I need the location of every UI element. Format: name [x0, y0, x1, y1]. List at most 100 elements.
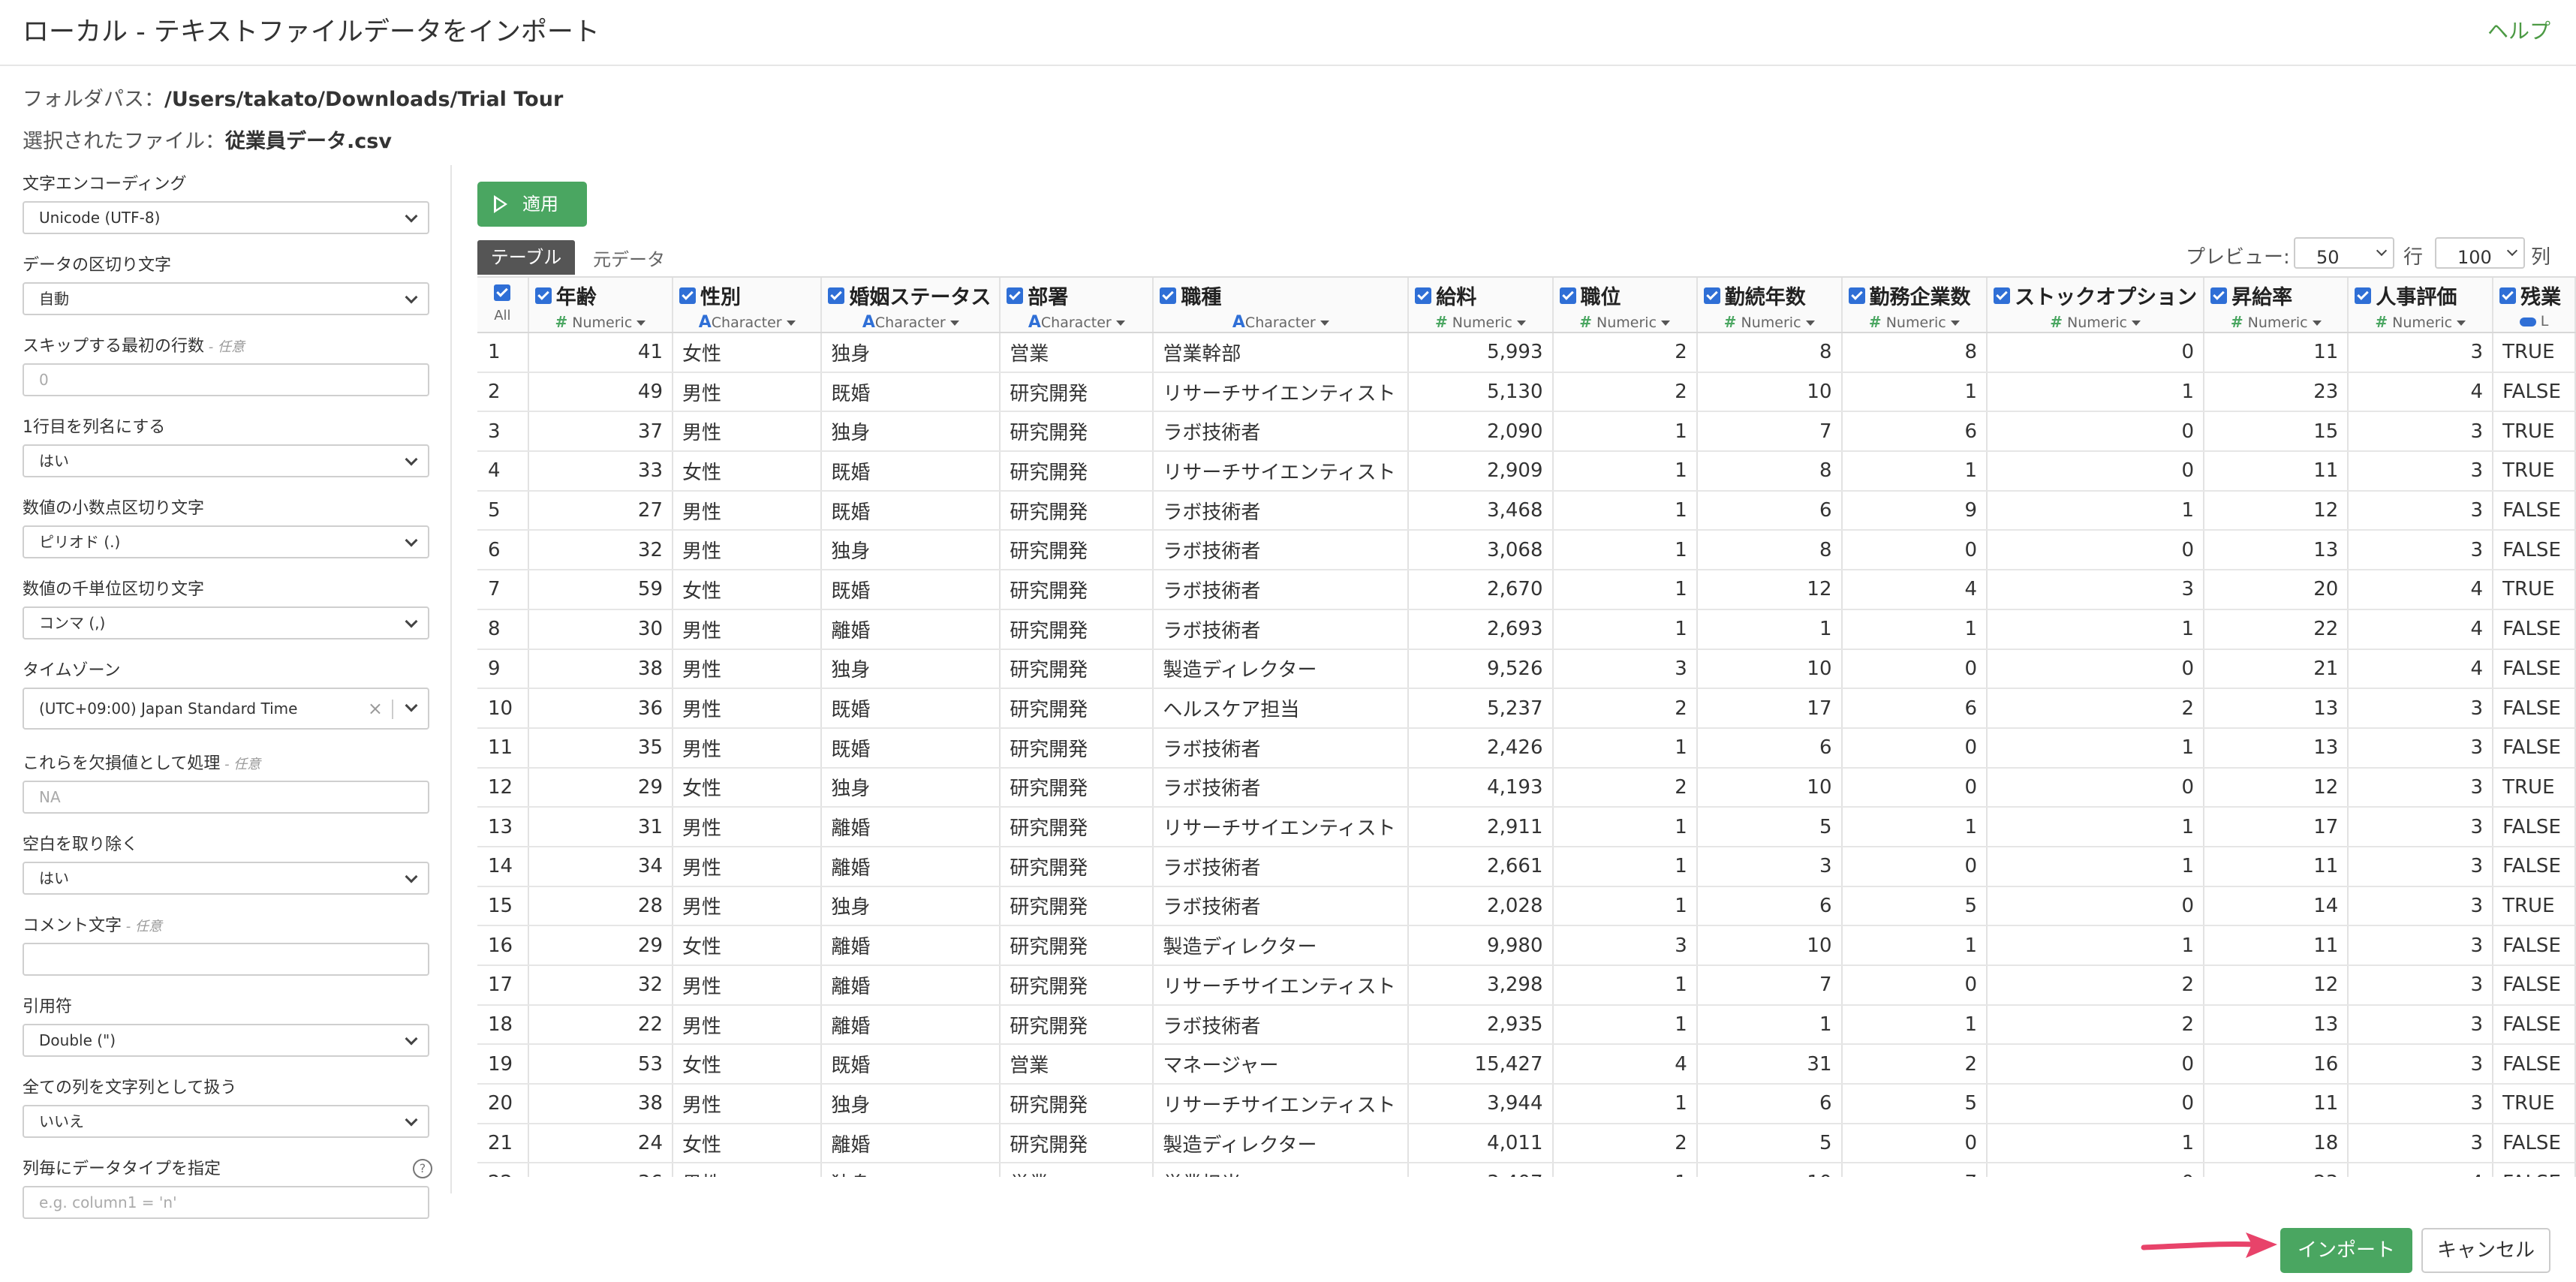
chevron-down-icon — [405, 1113, 418, 1127]
table-row: 16 29 女性 離婚 研究開発 製造ディレクター 9,980 3 10 1 1 11 3 FALSE — [477, 925, 2576, 966]
apply-button[interactable]: 適用 — [477, 182, 587, 227]
encoding-select[interactable]: Unicode (UTF-8) — [23, 201, 429, 234]
chevron-down-icon — [405, 699, 418, 712]
clear-icon[interactable]: × — [368, 689, 383, 728]
table-cell: 既婚 — [821, 372, 1001, 413]
column-type-selector[interactable]: # Numeric — [535, 313, 666, 331]
column-checkbox[interactable] — [679, 287, 697, 304]
column-checkbox[interactable] — [1994, 287, 2011, 304]
select-all-checkbox[interactable] — [494, 284, 511, 301]
na-values-input[interactable]: NA — [23, 781, 429, 814]
table-cell: ラボ技術者 — [1153, 846, 1410, 887]
table-cell: 1 — [1552, 727, 1698, 769]
header-row-label: 1行目を列名にする — [23, 418, 166, 437]
column-type-selector[interactable]: ACharacter — [828, 313, 993, 331]
quote-select[interactable]: Double (") — [23, 1024, 429, 1057]
column-header[interactable]: ストックオプション # Numeric — [1987, 278, 2205, 333]
column-checkbox[interactable] — [2355, 287, 2372, 304]
column-type-selector[interactable]: ACharacter — [679, 313, 814, 331]
help-link[interactable]: ヘルプ — [2487, 15, 2550, 45]
table-cell: 16 — [2204, 1044, 2349, 1085]
column-checkbox[interactable] — [1415, 287, 1432, 304]
table-cell: 38 — [528, 649, 674, 690]
table-cell: 営業 — [1000, 1044, 1154, 1085]
import-options-sidebar: 文字エンコーディング Unicode (UTF-8) データの区切り文字 自動 … — [23, 173, 432, 1238]
column-checkbox[interactable] — [2499, 287, 2517, 304]
column-type-selector[interactable]: ACharacter — [1007, 313, 1146, 331]
column-header[interactable]: 勤務企業数 # Numeric — [1841, 278, 1988, 333]
table-cell: 13 — [2204, 688, 2349, 729]
row-number: 4 — [477, 451, 529, 492]
column-type-selector[interactable]: # Numeric — [1849, 313, 1981, 331]
column-header[interactable]: 職位 # Numeric — [1552, 278, 1698, 333]
column-checkbox[interactable] — [1848, 287, 1865, 304]
timezone-select[interactable]: (UTC+09:00) Japan Standard Time × — [23, 688, 429, 730]
row-number: 11 — [477, 727, 529, 769]
column-checkbox[interactable] — [2210, 287, 2228, 304]
column-header[interactable]: 性別 ACharacter — [673, 278, 823, 333]
column-header[interactable]: 勤続年数 # Numeric — [1696, 278, 1843, 333]
delimiter-select[interactable]: 自動 — [23, 282, 429, 315]
all-character-select[interactable]: いいえ — [23, 1105, 429, 1138]
comment-char-input[interactable] — [23, 943, 429, 976]
header-row-select[interactable]: はい — [23, 444, 429, 477]
table-cell: 3 — [2348, 727, 2494, 769]
skip-rows-input[interactable]: 0 — [23, 363, 429, 396]
column-checkbox[interactable] — [1160, 287, 1177, 304]
help-icon[interactable]: ? — [413, 1159, 432, 1178]
tab-raw-data[interactable]: 元データ — [593, 245, 665, 271]
header-row-value: はい — [39, 452, 69, 470]
table-row: 19 53 女性 既婚 営業 マネージャー 15,427 4 31 2 0 16 3 FALSE — [477, 1044, 2576, 1085]
column-type-selector[interactable]: ACharacter — [1160, 313, 1401, 331]
column-checkbox[interactable] — [828, 287, 845, 304]
select-all-header[interactable]: All — [477, 278, 529, 333]
preview-rows-select[interactable]: 50 — [2294, 237, 2394, 269]
cancel-button[interactable]: キャンセル — [2421, 1228, 2550, 1273]
thousands-separator-select[interactable]: コンマ (,) — [23, 606, 429, 639]
column-header[interactable]: 年齢 # Numeric — [528, 278, 674, 333]
column-type-selector[interactable]: # Numeric — [2355, 313, 2486, 331]
table-cell: 3 — [2348, 490, 2494, 531]
trim-whitespace-select[interactable]: はい — [23, 862, 429, 895]
table-cell: TRUE — [2493, 886, 2576, 927]
preview-cols-select[interactable]: 100 — [2435, 237, 2525, 269]
column-type-selector[interactable]: # Numeric — [2210, 313, 2341, 331]
column-type-selector[interactable]: # Numeric — [1560, 313, 1690, 331]
table-row: 8 30 男性 離婚 研究開発 ラボ技術者 2,693 1 1 1 1 22 4 FALSE — [477, 609, 2576, 650]
column-header[interactable]: 昇給率 # Numeric — [2204, 278, 2349, 333]
column-header[interactable]: 人事評価 # Numeric — [2348, 278, 2494, 333]
column-types-input[interactable]: e.g. column1 = 'n' — [23, 1186, 429, 1219]
table-cell: 10 — [1696, 925, 1843, 966]
table-cell: 女性 — [673, 1123, 823, 1164]
table-cell: 1 — [1552, 965, 1698, 1006]
column-header[interactable]: 職種 ACharacter — [1153, 278, 1410, 333]
table-cell: 6 — [1696, 490, 1843, 531]
table-cell: 0 — [1987, 1163, 2205, 1177]
column-type-selector[interactable]: # Numeric — [1415, 313, 1545, 331]
column-header[interactable]: 給料 # Numeric — [1408, 278, 1554, 333]
optional-tag: - 任意 — [204, 339, 245, 355]
table-cell: 1 — [1696, 609, 1843, 650]
table-cell: FALSE — [2493, 1044, 2576, 1085]
column-checkbox[interactable] — [1007, 287, 1024, 304]
tab-table[interactable]: テーブル — [477, 240, 575, 275]
import-button[interactable]: インポート — [2280, 1228, 2412, 1273]
column-header[interactable]: 婚姻ステータス ACharacter — [821, 278, 1001, 333]
all-character-value: いいえ — [39, 1112, 84, 1130]
decimal-separator-select[interactable]: ピリオド (.) — [23, 525, 429, 558]
column-type-selector[interactable]: # Numeric — [1704, 313, 1835, 331]
table-cell: 男性 — [673, 727, 823, 769]
decimal-separator-label: 数値の小数点区切り文字 — [23, 499, 205, 518]
chevron-down-icon — [405, 870, 418, 883]
table-cell: 11 — [2204, 846, 2349, 887]
caret-down-icon — [2132, 320, 2141, 326]
column-checkbox[interactable] — [534, 287, 552, 304]
column-checkbox[interactable] — [1703, 287, 1720, 304]
column-header[interactable]: 部署 ACharacter — [1000, 278, 1154, 333]
column-type-selector[interactable]: # Numeric — [1994, 313, 2197, 331]
table-cell: 0 — [1841, 727, 1988, 769]
column-type-selector[interactable]: L — [2499, 313, 2568, 330]
column-header[interactable]: 残業 L — [2493, 278, 2576, 333]
column-checkbox[interactable] — [1559, 287, 1576, 304]
table-cell: 11 — [2204, 925, 2349, 966]
